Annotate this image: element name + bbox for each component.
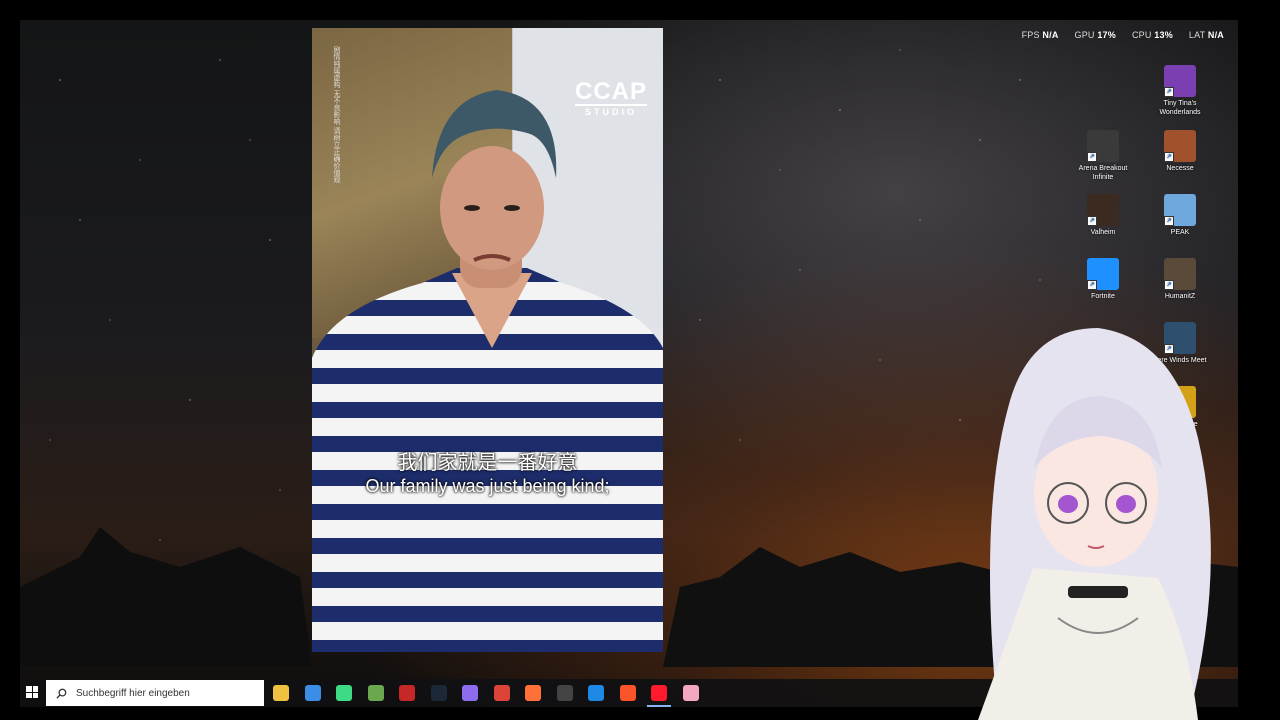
fps-readout: FPS N/A — [1021, 30, 1059, 40]
desktop-icon-label: Valheim — [1090, 229, 1116, 236]
desktop-icon-label: PEAK — [1170, 229, 1190, 236]
search-icon — [56, 688, 67, 699]
desktop-icon-label: HumanitZ — [1164, 293, 1196, 300]
desktop-icon[interactable]: ↗ HumanitZ — [1149, 258, 1211, 301]
file-explorer-icon[interactable] — [273, 685, 289, 701]
subtitle-english: Our family was just being kind; — [365, 476, 610, 496]
arena-breakout-icon: ↗ — [1087, 130, 1119, 162]
brave-icon[interactable] — [619, 685, 636, 701]
necesse-icon: ↗ — [1164, 130, 1196, 162]
ccap-studio-logo: CCAP STUDIO — [574, 78, 647, 117]
obs-icon[interactable] — [556, 685, 573, 701]
search-input[interactable] — [74, 686, 248, 700]
video-player[interactable]: 剧情纯属虚构 无不良影响 请树立正确价值观 CCAP STUDIO 我们家就是一… — [312, 28, 663, 652]
shortcut-arrow-icon: ↗ — [1087, 216, 1097, 226]
tiny-tinas-wonderlands-icon: ↗ — [1164, 65, 1196, 97]
fortnite-icon: ↗ — [1087, 258, 1119, 290]
taskbar-search[interactable] — [46, 680, 264, 706]
subtitle-chinese: 我们家就是一番好意 — [397, 452, 578, 474]
desktop-icon-label: Necesse — [1166, 165, 1194, 172]
shortcut-arrow-icon: ↗ — [1087, 152, 1097, 162]
humanitz-icon: ↗ — [1164, 258, 1196, 290]
desktop-icon[interactable]: ↗ PEAK — [1149, 194, 1211, 237]
chrome-icon[interactable] — [493, 685, 510, 701]
windows-start-icon[interactable] — [26, 686, 38, 698]
firefox-icon[interactable] — [525, 685, 541, 701]
desktop-icon-label: Fortnite — [1091, 293, 1115, 300]
discord-icon[interactable] — [462, 685, 478, 701]
edge-icon[interactable] — [588, 685, 604, 701]
shortcut-arrow-icon: ↗ — [1164, 216, 1174, 226]
desktop-icon[interactable]: ↗ Fortnite — [1072, 258, 1134, 301]
shortcut-arrow-icon: ↗ — [1164, 87, 1174, 97]
minecraft-icon[interactable] — [367, 685, 384, 701]
android-studio-icon[interactable] — [336, 685, 352, 701]
shortcut-arrow-icon: ↗ — [1164, 280, 1174, 290]
desktop-icon-label: Tiny Tina's Wonderlands — [1159, 100, 1201, 116]
peak-icon: ↗ — [1164, 194, 1196, 226]
desktop-icon[interactable]: ↗ Arena Breakout Infinite — [1072, 130, 1134, 182]
performance-overlay: FPS N/A GPU 17% CPU 13% LAT N/A — [1022, 30, 1224, 40]
desktop-icon[interactable]: ↗ Tiny Tina's Wonderlands — [1149, 65, 1211, 117]
valheim-icon: ↗ — [1087, 194, 1119, 226]
desktop-icon[interactable]: ↗ Valheim — [1072, 194, 1134, 237]
latency-readout: LAT N/A — [1188, 30, 1224, 40]
disclaimer-vertical-text: 剧情纯属虚构 无不良影响 请树立正确价值观 — [333, 46, 340, 183]
man-in-striped-shirt — [312, 90, 663, 652]
shortcut-arrow-icon: ↗ — [1164, 152, 1174, 162]
cpu-readout: CPU 13% — [1131, 30, 1173, 40]
vtube-icon[interactable] — [682, 685, 699, 701]
desktop-icon[interactable]: ↗ Necesse — [1149, 130, 1211, 173]
game-launcher-icon[interactable] — [399, 685, 415, 701]
vtuber-avatar — [978, 328, 1211, 720]
opera-icon[interactable] — [647, 685, 671, 707]
gpu-readout: GPU 17% — [1074, 30, 1116, 40]
microsoft-store-icon[interactable] — [304, 685, 321, 701]
steam-icon[interactable] — [430, 685, 447, 701]
shortcut-arrow-icon: ↗ — [1087, 280, 1097, 290]
desktop-icon-label: Arena Breakout Infinite — [1078, 165, 1128, 181]
